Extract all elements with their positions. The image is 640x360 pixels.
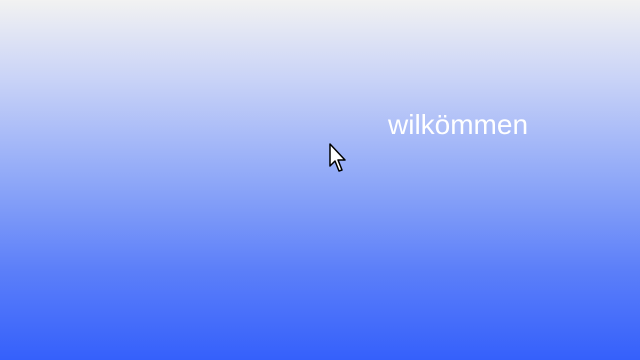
arrow-cursor-icon [329, 143, 346, 172]
login-welcome-screen: wilkömmen [0, 0, 640, 360]
welcome-text: wilkömmen [388, 109, 529, 140]
